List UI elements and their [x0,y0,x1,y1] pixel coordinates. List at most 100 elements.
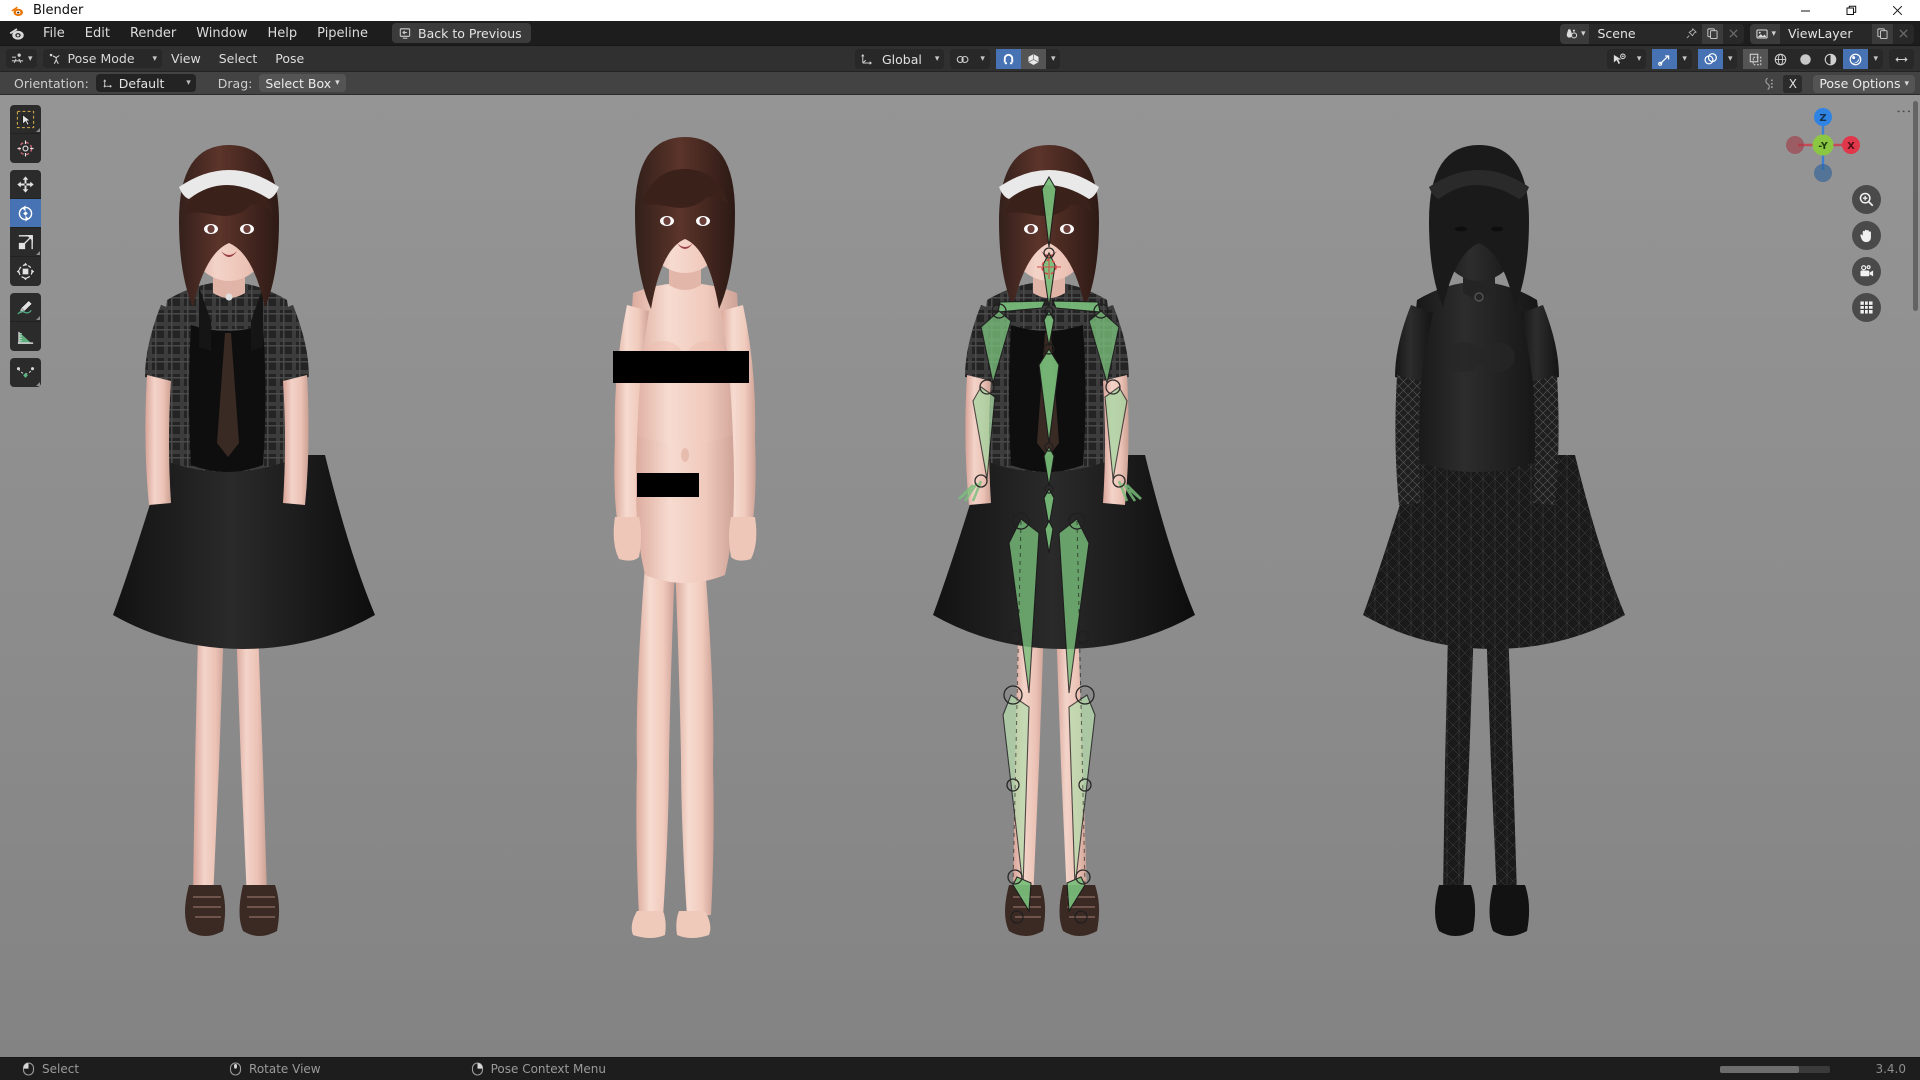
new-viewlayer-icon[interactable] [1872,23,1893,44]
viewport-toolbar [10,105,41,394]
snap-icon[interactable] [950,49,975,69]
tool-transform[interactable] [10,257,41,286]
orientation-label: Orientation: [14,75,89,91]
mode-selector[interactable]: Pose Mode ▾ [42,49,163,68]
tool-submenu-indicator [36,128,40,132]
blender-version: 3.4.0 [1875,1062,1906,1076]
minimize-button[interactable] [1782,0,1828,21]
viewport-options-dots-icon[interactable]: ⋮ [1895,104,1913,119]
close-button[interactable] [1874,0,1920,21]
character-clothed-shaded[interactable] [95,125,395,1055]
pose-options-dropdown[interactable]: Pose Options ▾ [1813,74,1915,93]
viewport-menu-view[interactable]: View [162,49,210,68]
visibility-chevron-down-icon[interactable]: ▾ [1632,49,1647,69]
gizmo-axis-negative-y-label: -Y [1818,141,1828,152]
censor-bar-chest [613,351,749,383]
nav-pan-button[interactable] [1852,221,1881,250]
viewport-menu-pose[interactable]: Pose [266,49,313,68]
tool-cursor[interactable] [10,134,41,163]
drag-dropdown[interactable]: Select Box ▾ [259,74,346,92]
tool-annotate[interactable] [10,293,41,322]
blender-topbar: File Edit Render Window Help Pipeline Ba… [0,21,1920,46]
resize-handle[interactable] [1889,49,1914,69]
pose-mirror-icon[interactable] [1761,75,1778,92]
pin-icon[interactable] [1681,24,1702,44]
tool-move[interactable] [10,170,41,199]
back-to-previous-label: Back to Previous [418,25,522,41]
mouse-middle-icon [229,1062,242,1076]
resize-handle-icon[interactable] [1889,49,1914,69]
overlays-icon[interactable] [1697,49,1723,69]
orientation-dropdown[interactable]: Default ▾ [95,74,196,92]
viewport-scrollbar-vertical[interactable] [1913,101,1918,311]
tool-measure[interactable] [10,322,41,351]
toolbar-group-breakdowner [10,358,41,387]
snap-chevron-down-icon[interactable]: ▾ [975,49,990,69]
menu-window[interactable]: Window [186,23,257,44]
tool-submenu-indicator [36,251,40,255]
nav-camera-button[interactable] [1852,257,1881,286]
shading-chevron-down-icon[interactable]: ▾ [1868,49,1883,69]
mirror-x-toggle[interactable]: X [1783,74,1803,93]
orientation-value[interactable]: Global [879,52,930,67]
status-rotate-view: Rotate View [229,1062,321,1076]
nav-orthographic-button[interactable] [1852,293,1881,322]
visibility-icon[interactable] [1607,49,1632,69]
menu-file[interactable]: File [33,23,75,44]
mode-label: Pose Mode [67,51,135,66]
overlays-chevron-down-icon[interactable]: ▾ [1723,49,1738,69]
character-nude-base-mesh[interactable] [545,125,825,1055]
navigation-gizmo[interactable]: Z X -Y [1781,103,1865,187]
proportional-editing-icon[interactable] [1020,49,1046,69]
gizmo-chevron-down-icon[interactable]: ▾ [1677,49,1692,69]
viewlayer-icon[interactable]: ▾ [1750,23,1780,44]
menu-pipeline[interactable]: Pipeline [307,23,378,44]
viewport-menu-select[interactable]: Select [210,49,267,68]
gizmo-group: ▾ [1652,49,1692,69]
proportional-chevron-down-icon[interactable]: ▾ [1046,49,1061,69]
shading-wireframe-icon[interactable] [1768,49,1793,69]
scene-name[interactable]: Scene [1589,24,1681,44]
gizmo-icon[interactable] [1652,49,1678,69]
menu-render[interactable]: Render [120,23,186,44]
blender-logo-icon[interactable] [8,25,25,42]
shading-rendered-icon[interactable] [1843,49,1869,69]
restore-button[interactable] [1828,0,1874,21]
viewport-header-center-controls: Global ▾ ▾ ▾ [855,49,1061,69]
orientation-icon[interactable] [855,49,879,69]
tool-select-box[interactable] [10,105,41,134]
drag-label: Drag: [217,75,253,91]
orientation-value: Default [118,75,165,91]
menu-help[interactable]: Help [258,23,308,44]
shading-solid-icon[interactable] [1793,49,1818,69]
tool-scale[interactable] [10,228,41,257]
tool-rotate[interactable] [10,199,41,228]
nav-zoom-button[interactable] [1852,185,1881,214]
3d-viewport[interactable]: Z X -Y ⋮ [0,95,1920,1057]
xray-icon[interactable] [1743,49,1769,69]
menu-edit[interactable]: Edit [75,23,120,44]
visibility-group: ▾ [1606,49,1647,69]
toolbar-group-select [10,105,41,163]
navigation-buttons [1852,185,1881,322]
scene-icon[interactable]: ▾ [1559,23,1590,44]
viewlayer-name[interactable]: ViewLayer [1780,24,1872,44]
back-to-previous-button[interactable]: Back to Previous [392,23,531,43]
viewport-header-right-controls: ▾ ▾ ▾ ▾ [1606,49,1914,69]
character-wireframe-dark[interactable] [1345,125,1645,1055]
viewlayer-close-icon[interactable] [1893,24,1914,44]
new-scene-icon[interactable] [1702,23,1724,44]
shading-material-preview-icon[interactable] [1818,49,1843,69]
pose-mode-icon [48,52,62,66]
orientation-chevron-down-icon[interactable]: ▾ [930,49,945,69]
tool-submenu-indicator [36,382,40,386]
magnet-proportional-group: ▾ [995,49,1061,69]
scene-close-icon[interactable] [1723,24,1744,44]
censor-bar-pelvis [637,473,699,497]
magnet-icon[interactable] [995,49,1021,69]
editor-type-3dview-icon[interactable]: ▾ [6,49,37,68]
character-with-armature[interactable] [915,125,1215,1055]
transform-orientation-group: Global ▾ [855,49,945,69]
tool-breakdowner[interactable] [10,358,41,387]
mouse-left-icon [22,1062,35,1076]
